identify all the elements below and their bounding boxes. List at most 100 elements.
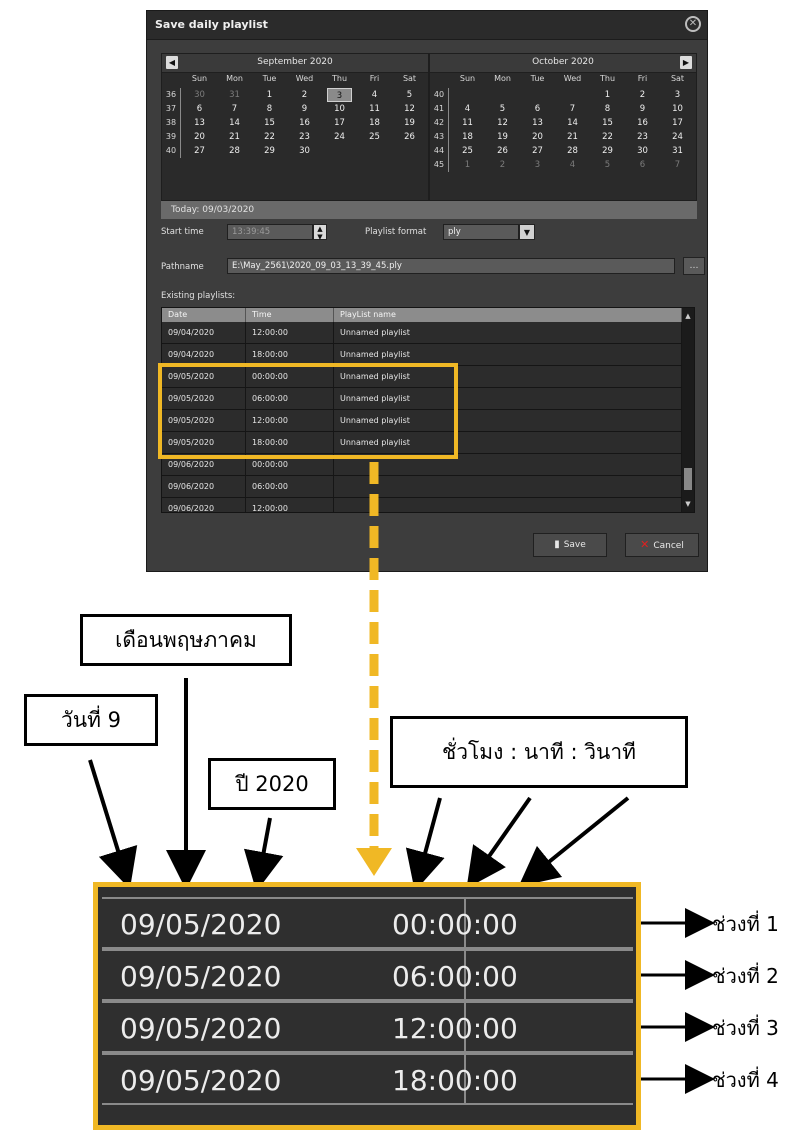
playlist-name-cell: Unnamed playlist xyxy=(334,322,682,343)
calendar-day[interactable]: 6 xyxy=(625,158,660,172)
time-cell: 12:00:00 xyxy=(246,322,334,343)
calendar-day[interactable]: 8 xyxy=(590,102,625,116)
highlight-box xyxy=(158,363,458,459)
cancel-button[interactable]: ✕ Cancel xyxy=(625,533,699,557)
calendar-day[interactable]: 15 xyxy=(590,116,625,130)
start-time-spinner[interactable]: ▲ ▼ xyxy=(313,224,327,241)
calendar-day[interactable]: 31 xyxy=(660,144,695,158)
calendar-day[interactable]: 28 xyxy=(217,144,252,158)
time-cell: 06:00:00 xyxy=(246,476,334,497)
calendar-day[interactable]: 8 xyxy=(252,102,287,116)
calendar-day[interactable]: 18 xyxy=(450,130,485,144)
calendar-day[interactable]: 30 xyxy=(287,144,322,158)
calendar-day[interactable]: 14 xyxy=(555,116,590,130)
save-button[interactable]: ▮ Save xyxy=(533,533,607,557)
calendar-day[interactable]: 21 xyxy=(555,130,590,144)
calendar-day[interactable]: 14 xyxy=(217,116,252,130)
calendar-day[interactable]: 25 xyxy=(450,144,485,158)
table-row[interactable]: 09/06/2020 06:00:00 xyxy=(162,476,682,498)
calendar-day[interactable]: 23 xyxy=(625,130,660,144)
column-header-name[interactable]: PlayList name xyxy=(334,308,682,322)
calendar-day[interactable]: 5 xyxy=(590,158,625,172)
calendar-day[interactable]: 13 xyxy=(182,116,217,130)
calendar-day[interactable]: 19 xyxy=(485,130,520,144)
today-label[interactable]: Today: 09/03/2020 xyxy=(161,201,697,219)
calendar-day[interactable]: 10 xyxy=(322,102,357,116)
cancel-icon: ✕ xyxy=(640,538,650,551)
calendar-day[interactable]: 21 xyxy=(217,130,252,144)
calendar-day[interactable]: 25 xyxy=(357,130,392,144)
calendar-day[interactable]: 22 xyxy=(252,130,287,144)
calendar-day[interactable]: 12 xyxy=(485,116,520,130)
calendar-day[interactable]: 17 xyxy=(322,116,357,130)
calendar-day[interactable]: 31 xyxy=(217,88,252,102)
playlist-format-select[interactable]: ply xyxy=(443,224,519,240)
pathname-input[interactable]: E:\May_2561\2020_09_03_13_39_45.ply xyxy=(227,258,675,274)
browse-button[interactable]: … xyxy=(683,257,705,275)
next-month-button[interactable]: ▶ xyxy=(680,56,692,69)
column-header-date[interactable]: Date xyxy=(162,308,246,322)
close-icon[interactable]: ✕ xyxy=(685,16,701,32)
calendar-day[interactable]: 24 xyxy=(660,130,695,144)
calendar-day[interactable]: 30 xyxy=(625,144,660,158)
calendar-day[interactable]: 18 xyxy=(357,116,392,130)
scroll-up-icon[interactable]: ▲ xyxy=(682,310,694,322)
calendar-day[interactable]: 26 xyxy=(392,130,427,144)
calendar-day[interactable]: 20 xyxy=(520,130,555,144)
calendar-day[interactable]: 16 xyxy=(287,116,322,130)
calendar-day[interactable]: 11 xyxy=(357,102,392,116)
start-time-input[interactable]: 13:39:45 xyxy=(227,224,313,240)
calendar-day[interactable]: 7 xyxy=(555,102,590,116)
table-scrollbar[interactable]: ▲ ▼ xyxy=(682,308,694,512)
calendar-day[interactable]: 28 xyxy=(555,144,590,158)
calendar-day[interactable]: 6 xyxy=(182,102,217,116)
calendar-day[interactable]: 6 xyxy=(520,102,555,116)
calendar-day[interactable]: 29 xyxy=(590,144,625,158)
calendar-day[interactable]: 2 xyxy=(625,88,660,102)
calendar-day[interactable]: 30 xyxy=(182,88,217,102)
calendar-day[interactable]: 27 xyxy=(182,144,217,158)
calendar-day[interactable]: 4 xyxy=(555,158,590,172)
calendar-day[interactable]: 1 xyxy=(450,158,485,172)
calendar-day[interactable]: 9 xyxy=(287,102,322,116)
calendar-day[interactable]: 7 xyxy=(660,158,695,172)
zoomed-time-cell: 00:00:00 xyxy=(392,908,518,941)
scroll-down-icon[interactable]: ▼ xyxy=(682,498,694,510)
calendar-day[interactable]: 29 xyxy=(252,144,287,158)
calendar-day[interactable]: 3 xyxy=(327,88,352,102)
calendar-day[interactable]: 3 xyxy=(520,158,555,172)
calendar-day[interactable]: 19 xyxy=(392,116,427,130)
calendar-day[interactable]: 15 xyxy=(252,116,287,130)
calendar-day[interactable]: 1 xyxy=(590,88,625,102)
calendar-day[interactable]: 24 xyxy=(322,130,357,144)
calendar-day[interactable]: 1 xyxy=(252,88,287,102)
table-row[interactable]: 09/04/2020 12:00:00 Unnamed playlist xyxy=(162,322,682,344)
calendar-day[interactable]: 10 xyxy=(660,102,695,116)
time-cell: 12:00:00 xyxy=(246,498,334,512)
calendar-week-row: 27 28 29 30 xyxy=(182,144,427,158)
calendar-day[interactable]: 3 xyxy=(660,88,695,102)
column-header-time[interactable]: Time xyxy=(246,308,334,322)
dropdown-arrow-icon[interactable]: ▼ xyxy=(519,224,535,240)
calendar-day[interactable]: 5 xyxy=(392,88,427,102)
calendar-header: October 2020 ▶ xyxy=(430,54,696,73)
table-row[interactable]: 09/06/2020 12:00:00 xyxy=(162,498,682,512)
scroll-thumb[interactable] xyxy=(684,468,692,490)
calendar-day[interactable]: 23 xyxy=(287,130,322,144)
calendar-day[interactable]: 27 xyxy=(520,144,555,158)
calendar-day[interactable]: 20 xyxy=(182,130,217,144)
calendar-day[interactable]: 7 xyxy=(217,102,252,116)
calendar-day[interactable]: 26 xyxy=(485,144,520,158)
calendar-day[interactable]: 4 xyxy=(357,88,392,102)
calendar-day[interactable]: 2 xyxy=(485,158,520,172)
calendar-day[interactable]: 5 xyxy=(485,102,520,116)
calendar-day[interactable]: 22 xyxy=(590,130,625,144)
calendar-day[interactable]: 4 xyxy=(450,102,485,116)
calendar-day[interactable]: 2 xyxy=(287,88,322,102)
calendar-day[interactable]: 11 xyxy=(450,116,485,130)
calendar-day[interactable]: 9 xyxy=(625,102,660,116)
calendar-day[interactable]: 17 xyxy=(660,116,695,130)
calendar-day[interactable]: 12 xyxy=(392,102,427,116)
calendar-day[interactable]: 16 xyxy=(625,116,660,130)
calendar-day[interactable]: 13 xyxy=(520,116,555,130)
